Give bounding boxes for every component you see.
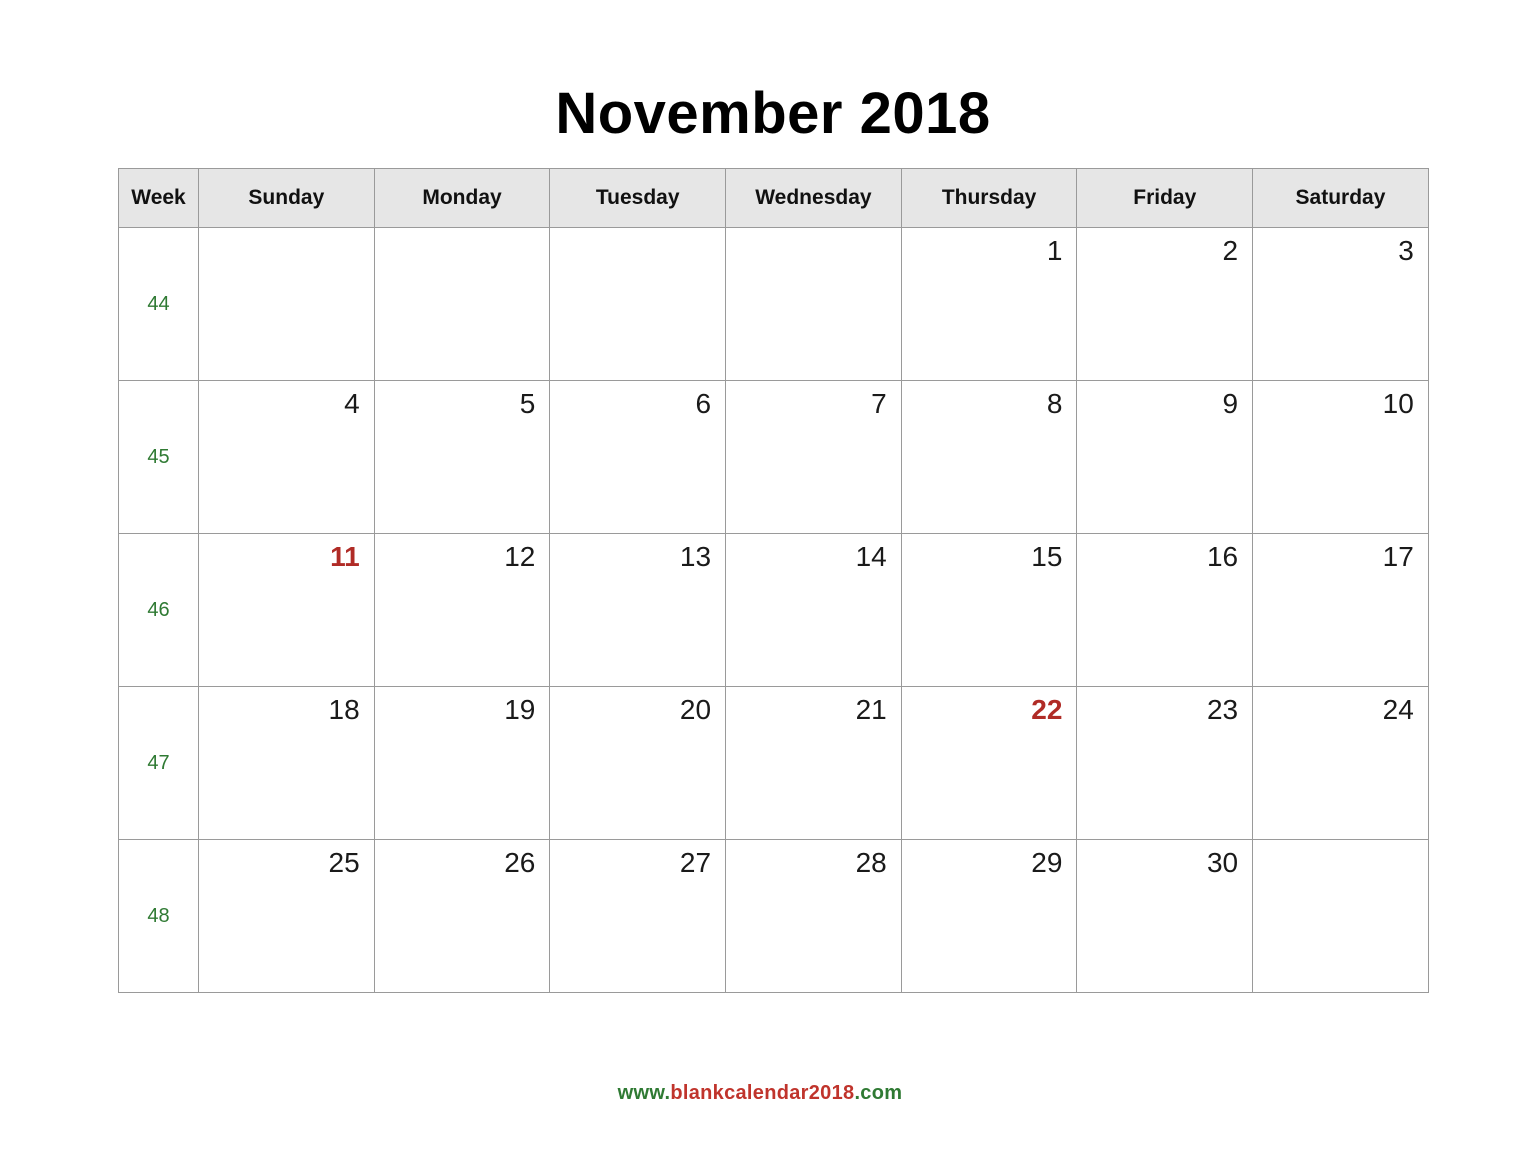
calendar-body: 44 1 2 3 45 4 5 6 7 8 9 10 46 11 12 13 14 15 16 17 47 18 19 20 2… xyxy=(118,227,1429,993)
day-cell[interactable]: 2 xyxy=(1076,227,1254,381)
day-cell[interactable]: 20 xyxy=(549,686,727,840)
day-cell[interactable]: 8 xyxy=(900,380,1078,534)
day-number: 28 xyxy=(855,847,887,878)
day-number: 12 xyxy=(504,541,536,572)
day-cell[interactable]: 23 xyxy=(1076,686,1254,840)
week-number-cell: 45 xyxy=(118,380,199,534)
header-cell-monday: Monday xyxy=(373,168,551,228)
day-cell[interactable]: 14 xyxy=(725,533,902,687)
week-number-cell: 46 xyxy=(118,533,199,687)
day-cell[interactable]: 9 xyxy=(1076,380,1254,534)
day-number: 2 xyxy=(1222,235,1239,266)
day-cell[interactable]: 3 xyxy=(1252,227,1429,381)
day-number: 23 xyxy=(1206,694,1239,725)
day-number: 4 xyxy=(344,388,360,419)
day-cell[interactable]: 18 xyxy=(198,686,375,840)
day-number: 18 xyxy=(328,694,360,725)
day-number: 11 xyxy=(330,541,360,572)
footer-watermark: www.blankcalendar2018.com xyxy=(0,1082,1520,1105)
day-number-empty xyxy=(375,228,550,234)
calendar-grid: Week Sunday Monday Tuesday Wednesday Thursday… xyxy=(118,168,1429,993)
calendar-week-row: 44 1 2 3 xyxy=(118,227,1429,381)
calendar-week-row: 47 18 19 20 21 22 23 24 xyxy=(118,686,1429,840)
day-cell[interactable]: 29 xyxy=(900,839,1078,993)
page-title: November 2018 xyxy=(555,81,991,146)
day-cell[interactable]: 17 xyxy=(1252,533,1429,687)
day-cell[interactable]: 24 xyxy=(1252,686,1429,840)
day-number: 20 xyxy=(679,694,712,725)
day-number: 26 xyxy=(504,847,536,878)
footer-prefix: www. xyxy=(617,1082,671,1104)
day-cell[interactable]: 12 xyxy=(373,533,551,687)
day-cell[interactable]: 30 xyxy=(1076,839,1254,993)
day-number: 19 xyxy=(504,694,536,725)
footer-name: blankcalendar2018 xyxy=(670,1082,855,1104)
day-cell[interactable] xyxy=(373,227,551,381)
day-number: 14 xyxy=(855,541,887,572)
day-number: 5 xyxy=(519,388,536,419)
footer-suffix: .com xyxy=(854,1082,903,1104)
day-number: 1 xyxy=(1046,235,1063,266)
day-number: 24 xyxy=(1382,694,1414,725)
day-cell[interactable]: 10 xyxy=(1252,380,1429,534)
week-number-cell: 47 xyxy=(118,686,199,840)
day-number: 13 xyxy=(679,541,712,572)
day-number: 25 xyxy=(328,847,360,878)
day-cell[interactable]: 5 xyxy=(373,380,551,534)
day-cell[interactable] xyxy=(198,227,375,381)
day-cell[interactable]: 13 xyxy=(549,533,727,687)
calendar-week-row: 45 4 5 6 7 8 9 10 xyxy=(118,380,1429,534)
day-cell[interactable] xyxy=(1252,839,1429,993)
day-cell[interactable]: 6 xyxy=(549,380,727,534)
header-cell-tuesday: Tuesday xyxy=(549,168,727,228)
day-number: 27 xyxy=(679,847,712,878)
week-number-cell: 44 xyxy=(118,227,199,381)
day-cell[interactable]: 4 xyxy=(198,380,375,534)
day-number: 22 xyxy=(1031,694,1063,725)
day-cell[interactable]: 21 xyxy=(725,686,902,840)
calendar-week-row: 46 11 12 13 14 15 16 17 xyxy=(118,533,1429,687)
day-number: 7 xyxy=(871,388,887,419)
header-cell-saturday: Saturday xyxy=(1252,168,1429,228)
day-number: 8 xyxy=(1046,388,1063,419)
day-cell[interactable]: 27 xyxy=(549,839,727,993)
week-number-cell: 48 xyxy=(118,839,199,993)
day-number: 21 xyxy=(855,694,887,725)
day-number: 3 xyxy=(1398,235,1414,266)
day-cell[interactable]: 16 xyxy=(1076,533,1254,687)
day-cell[interactable]: 11 xyxy=(198,533,375,687)
header-cell-week: Week xyxy=(118,168,199,228)
day-number: 16 xyxy=(1206,541,1239,572)
day-number-empty xyxy=(1253,840,1428,846)
day-cell[interactable]: 15 xyxy=(900,533,1078,687)
calendar-week-row: 48 25 26 27 28 29 30 xyxy=(118,839,1429,993)
day-cell[interactable]: 28 xyxy=(725,839,902,993)
header-cell-thursday: Thursday xyxy=(900,168,1078,228)
day-number: 9 xyxy=(1222,388,1239,419)
day-number: 6 xyxy=(695,388,712,419)
header-cell-sunday: Sunday xyxy=(198,168,375,228)
day-number-empty xyxy=(726,228,901,234)
day-number-empty xyxy=(550,228,725,234)
day-number-empty xyxy=(199,228,374,234)
day-number: 29 xyxy=(1031,847,1063,878)
day-number: 15 xyxy=(1031,541,1063,572)
calendar-header-row: Week Sunday Monday Tuesday Wednesday Thursday… xyxy=(118,168,1429,228)
day-cell[interactable] xyxy=(725,227,902,381)
calendar-page: November 2018 Week Sunday Monday Tuesday Wed… xyxy=(0,0,1520,1174)
day-cell[interactable]: 1 xyxy=(900,227,1078,381)
day-cell[interactable]: 25 xyxy=(198,839,375,993)
day-cell[interactable]: 19 xyxy=(373,686,551,840)
day-cell[interactable] xyxy=(549,227,727,381)
header-cell-friday: Friday xyxy=(1076,168,1254,228)
day-number: 10 xyxy=(1382,388,1414,419)
day-cell[interactable]: 7 xyxy=(725,380,902,534)
day-number: 30 xyxy=(1206,847,1239,878)
day-cell[interactable]: 26 xyxy=(373,839,551,993)
day-number: 17 xyxy=(1382,541,1414,572)
day-cell[interactable]: 22 xyxy=(900,686,1078,840)
header-cell-wednesday: Wednesday xyxy=(725,168,902,228)
